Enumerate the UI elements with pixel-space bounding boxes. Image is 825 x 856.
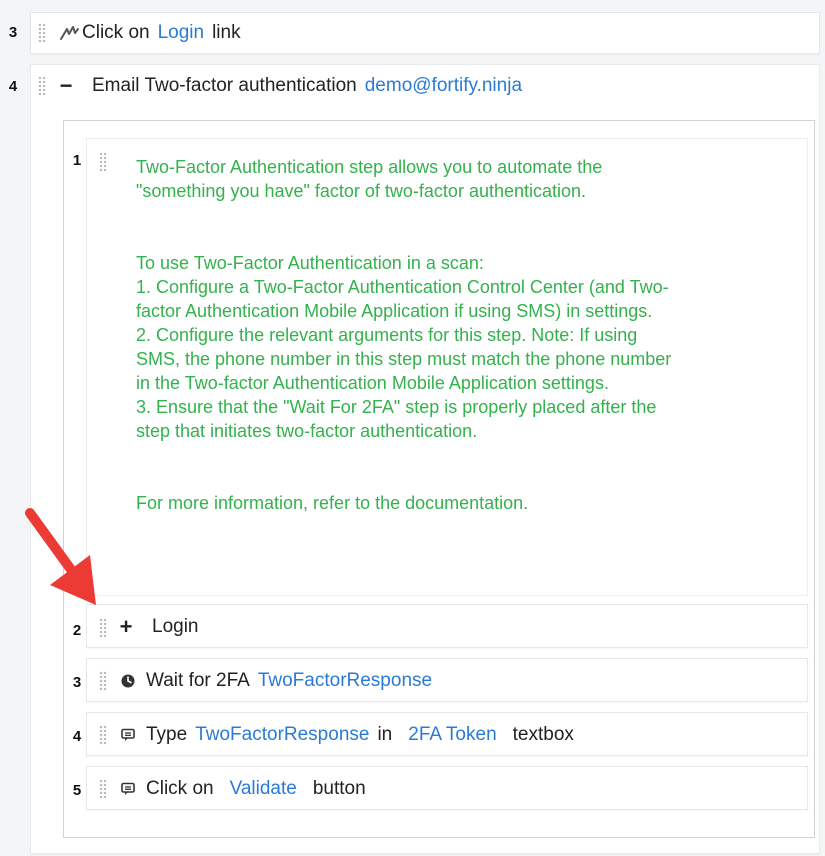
collapse-icon[interactable]: − bbox=[56, 73, 76, 99]
comment-line: 1. Configure a Two-Factor Authentication… bbox=[136, 277, 669, 321]
drag-handle[interactable] bbox=[99, 725, 107, 745]
substep-content: Wait for 2FA TwoFactorResponse bbox=[118, 668, 432, 694]
substep-suffix: button bbox=[312, 778, 366, 799]
target-link[interactable]: 2FA Token bbox=[408, 724, 496, 746]
comment-line: 2. Configure the relevant arguments for … bbox=[136, 325, 672, 393]
substep-action: Click on bbox=[146, 778, 214, 799]
step-action: Click on bbox=[82, 22, 150, 43]
comment-line: 3. Ensure that the "Wait For 2FA" step i… bbox=[136, 397, 657, 441]
drag-handle[interactable] bbox=[38, 23, 46, 43]
substep-number: 4 bbox=[72, 728, 82, 745]
substep-connector: in bbox=[377, 724, 393, 745]
clock-icon bbox=[118, 674, 138, 688]
variable-link[interactable]: TwoFactorResponse bbox=[195, 724, 369, 746]
substep-content: + Login bbox=[116, 614, 199, 640]
group-email-link[interactable]: demo@fortify.ninja bbox=[365, 75, 522, 97]
comment-paragraph: Two-Factor Authentication step allows yo… bbox=[136, 157, 603, 201]
drag-handle[interactable] bbox=[99, 152, 107, 172]
substep-number: 5 bbox=[72, 782, 82, 799]
substep-label: Login bbox=[152, 616, 199, 637]
drag-handle[interactable] bbox=[38, 76, 46, 96]
comment-line: To use Two-Factor Authentication in a sc… bbox=[136, 253, 484, 273]
substep-number: 1 bbox=[72, 152, 82, 169]
login-link-target[interactable]: Login bbox=[158, 22, 205, 44]
step-number: 3 bbox=[8, 24, 18, 41]
substep-content: Click on Validate button bbox=[118, 776, 366, 802]
step-number: 4 bbox=[8, 78, 18, 95]
substep-number: 2 bbox=[72, 622, 82, 639]
substep-content: Type TwoFactorResponse in 2FA Token text… bbox=[118, 722, 574, 748]
substep-action: Type bbox=[146, 724, 188, 745]
expand-icon[interactable]: + bbox=[116, 614, 136, 640]
mouse-click-icon bbox=[56, 25, 82, 41]
substep-action: Wait for 2FA bbox=[146, 670, 250, 691]
substep-suffix: textbox bbox=[512, 724, 574, 745]
variable-link[interactable]: TwoFactorResponse bbox=[258, 670, 432, 692]
drag-handle[interactable] bbox=[99, 618, 107, 638]
drag-handle[interactable] bbox=[99, 779, 107, 799]
step-content: Click on Login link bbox=[56, 20, 241, 46]
validate-link-target[interactable]: Validate bbox=[230, 778, 297, 800]
group-header: − Email Two-factor authentication demo@f… bbox=[56, 72, 522, 100]
comment-paragraph: For more information, refer to the docum… bbox=[136, 493, 529, 513]
keyboard-icon bbox=[118, 782, 138, 796]
step-suffix: link bbox=[212, 22, 241, 43]
drag-handle[interactable] bbox=[99, 671, 107, 691]
comment-text: Two-Factor Authentication step allows yo… bbox=[136, 155, 676, 515]
substep-number: 3 bbox=[72, 674, 82, 691]
group-title: Email Two-factor authentication bbox=[92, 75, 357, 96]
annotation-arrow-icon bbox=[25, 508, 96, 605]
keyboard-icon bbox=[118, 728, 138, 742]
